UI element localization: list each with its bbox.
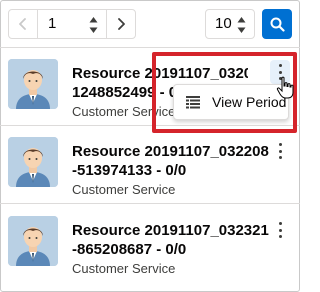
avatar [8,216,58,266]
chevron-right-icon [118,18,125,30]
list-item[interactable]: Resource 20191107_032321 -865208687 - 0/… [0,205,300,283]
search-icon [270,17,285,32]
resource-title[interactable]: Resource 20191107_032208 -513974133 - 0/… [72,142,272,180]
more-actions-icon[interactable] [273,141,287,161]
page-number-input[interactable]: 1 [37,9,107,39]
resource-title-line1: Resource 20191107_032321 [72,222,269,239]
chevron-left-icon [19,18,26,30]
page-size-stepper-icon[interactable] [237,16,246,34]
hand-cursor-icon [276,76,294,99]
page-size-value: 10 [215,15,232,32]
resource-title[interactable]: Resource 20191107_032321 -865208687 - 0/… [72,221,272,259]
search-button[interactable] [262,9,292,39]
avatar [8,137,58,187]
user-avatar-icon [8,59,58,109]
resource-subtitle: Customer Service [72,182,176,197]
more-actions-icon[interactable] [273,220,287,240]
page-number-value: 1 [48,15,57,32]
page-size-input[interactable]: 10 [205,9,255,39]
resource-subtitle: Customer Service [72,261,176,276]
next-page-button[interactable] [106,9,136,39]
resource-title-line2: -865208687 - 0/0 [72,241,187,258]
user-avatar-icon [8,216,58,266]
user-avatar-icon [8,137,58,187]
previous-page-button[interactable] [8,9,38,39]
list-item[interactable]: Resource 20191107_032208 -513974133 - 0/… [0,126,300,204]
resource-title-line2: -513974133 - 0/0 [72,162,187,179]
resource-title-line1: Resource 20191107_032208 [72,143,269,160]
pagination-toolbar: 1 10 [0,0,300,48]
avatar [8,59,58,109]
page-stepper-icon[interactable] [89,16,98,34]
